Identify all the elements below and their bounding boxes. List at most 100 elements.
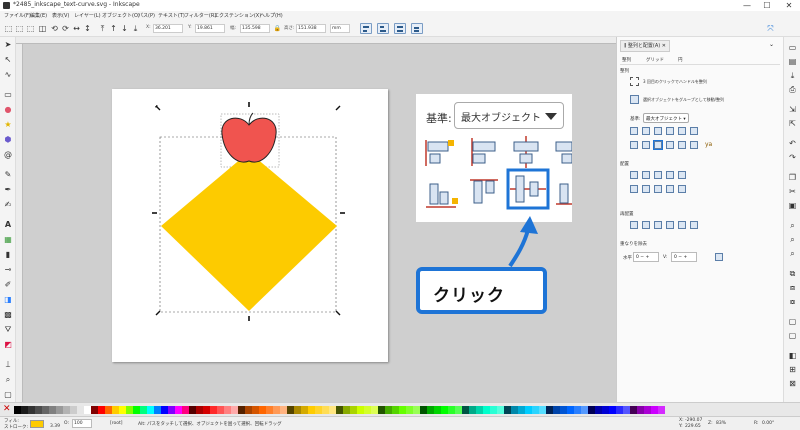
menu-filter[interactable]: フィルター(R) [184, 12, 216, 19]
rotate-ccw-icon[interactable]: ⟲ [50, 24, 59, 33]
tweak-tool-icon[interactable]: ∿ [3, 70, 13, 80]
spiral-tool-icon[interactable]: @ [3, 150, 13, 160]
eraser-tool-icon[interactable]: ▮ [3, 250, 13, 260]
palette-swatch[interactable] [301, 406, 308, 414]
group-move-icon[interactable] [630, 95, 639, 104]
palette-swatch[interactable] [658, 406, 665, 414]
copy-icon[interactable]: ❐ [788, 173, 797, 182]
palette-swatch[interactable] [595, 406, 602, 414]
graph-layout-icon[interactable] [690, 221, 698, 229]
palette-swatch[interactable] [231, 406, 238, 414]
redo-icon[interactable]: ↷ [788, 153, 797, 162]
palette-swatch[interactable] [490, 406, 497, 414]
new-document-icon[interactable]: ▭ [788, 43, 797, 52]
align-anchor-left-icon[interactable] [630, 127, 638, 135]
measure-tool-icon[interactable]: ⟘ [3, 360, 13, 370]
menu-edit[interactable]: 編集(E) [30, 12, 47, 19]
palette-swatch[interactable] [504, 406, 511, 414]
deselect-icon[interactable]: ⬚ [26, 24, 35, 33]
distribute-vgaps-icon[interactable] [666, 185, 674, 193]
palette-swatch[interactable] [462, 406, 469, 414]
pages-tool-icon[interactable]: ▢ [3, 390, 13, 400]
dock-basis-dropdown[interactable]: 最大オブジェクト ▾ [643, 113, 689, 123]
pencil-tool-icon[interactable]: ✎ [3, 170, 13, 180]
palette-swatch[interactable] [315, 406, 322, 414]
maximize-button[interactable]: ☐ [760, 0, 774, 11]
x-input[interactable]: 36.201 [153, 24, 183, 33]
tab-grid[interactable]: グリッド [646, 57, 664, 63]
save-icon[interactable]: ⤓ [788, 71, 797, 80]
palette-swatch[interactable] [14, 406, 21, 414]
zoom-value[interactable]: 83% [716, 421, 726, 426]
remove-overlap-icon[interactable] [715, 253, 723, 261]
handles-toggle-icon[interactable] [630, 77, 639, 86]
palette-swatch[interactable] [378, 406, 385, 414]
minimize-button[interactable]: — [740, 0, 754, 11]
palette-swatch[interactable] [616, 406, 623, 414]
palette-swatch[interactable] [525, 406, 532, 414]
palette-swatch[interactable] [56, 406, 63, 414]
menu-extensions[interactable]: エクステンション(X) [214, 12, 261, 19]
paste-icon[interactable]: ▣ [788, 201, 797, 210]
tab-circle[interactable]: 円 [678, 57, 683, 63]
node-tool-icon[interactable]: ↖ [3, 55, 13, 65]
palette-swatch[interactable] [210, 406, 217, 414]
lower-to-bottom-icon[interactable]: ⤓ [131, 24, 140, 33]
snap-toggle-icon[interactable]: ⤧ [766, 24, 775, 33]
palette-swatch[interactable] [329, 406, 336, 414]
palette-swatch[interactable] [77, 406, 84, 414]
lock-ratio-icon[interactable]: 🔒 [273, 24, 282, 33]
mesh-tool-icon[interactable]: ▩ [3, 310, 13, 320]
opacity-input[interactable]: 100 [72, 419, 92, 428]
palette-swatch[interactable] [623, 406, 630, 414]
export-icon[interactable]: ⇱ [788, 119, 797, 128]
palette-swatch[interactable] [609, 406, 616, 414]
palette-swatch[interactable] [35, 406, 42, 414]
palette-swatch[interactable] [182, 406, 189, 414]
calligraphy-tool-icon[interactable]: ✍ [3, 200, 13, 210]
palette-swatch[interactable] [364, 406, 371, 414]
apple-shape[interactable] [221, 112, 277, 163]
palette-swatch[interactable] [448, 406, 455, 414]
no-paint-icon[interactable]: ✕ [3, 404, 11, 415]
palette-swatch[interactable] [42, 406, 49, 414]
palette-swatch[interactable] [238, 406, 245, 414]
exchange-clockwise-icon[interactable] [654, 221, 662, 229]
flip-vertical-icon[interactable]: ↕ [83, 24, 92, 33]
palette-swatch[interactable] [322, 406, 329, 414]
palette-swatch[interactable] [483, 406, 490, 414]
rotate-cw-icon[interactable]: ⟳ [61, 24, 70, 33]
palette-swatch[interactable] [308, 406, 315, 414]
palette-swatch[interactable] [91, 406, 98, 414]
zoom-page-icon[interactable]: ⌕ [788, 249, 797, 258]
menu-layer[interactable]: レイヤー(L) [74, 12, 101, 19]
align-center-h-icon[interactable] [653, 140, 663, 150]
menu-text[interactable]: テキスト(T) [158, 12, 185, 19]
width-input[interactable]: 135.598 [240, 24, 270, 33]
palette-swatch[interactable] [217, 406, 224, 414]
palette-swatch[interactable] [497, 406, 504, 414]
exchange-selection-icon[interactable] [630, 221, 638, 229]
align-right-icon[interactable] [666, 127, 674, 135]
close-button[interactable]: ✕ [782, 0, 796, 11]
transform-gradients-icon[interactable] [394, 23, 406, 34]
palette-swatch[interactable] [343, 406, 350, 414]
xml-editor-icon[interactable]: ⊠ [788, 379, 797, 388]
transform-patterns-icon[interactable] [411, 23, 423, 34]
unit-select[interactable]: mm [330, 24, 350, 33]
distribute-middle-icon[interactable] [642, 185, 650, 193]
print-icon[interactable]: ⎙ [788, 85, 797, 94]
palette-swatch[interactable] [175, 406, 182, 414]
yellow-diamond-shape[interactable] [161, 152, 337, 311]
palette-swatch[interactable] [280, 406, 287, 414]
palette-swatch[interactable] [70, 406, 77, 414]
palette-swatch[interactable] [133, 406, 140, 414]
3dbox-tool-icon[interactable]: ⬢ [3, 135, 13, 145]
palette-swatch[interactable] [385, 406, 392, 414]
import-icon[interactable]: ⇲ [788, 105, 797, 114]
overlap-v-input[interactable]: 0 − + [671, 252, 697, 262]
palette-swatch[interactable] [140, 406, 147, 414]
palette-swatch[interactable] [105, 406, 112, 414]
scale-corners-icon[interactable] [377, 23, 389, 34]
align-left-edge-icon[interactable] [642, 127, 650, 135]
